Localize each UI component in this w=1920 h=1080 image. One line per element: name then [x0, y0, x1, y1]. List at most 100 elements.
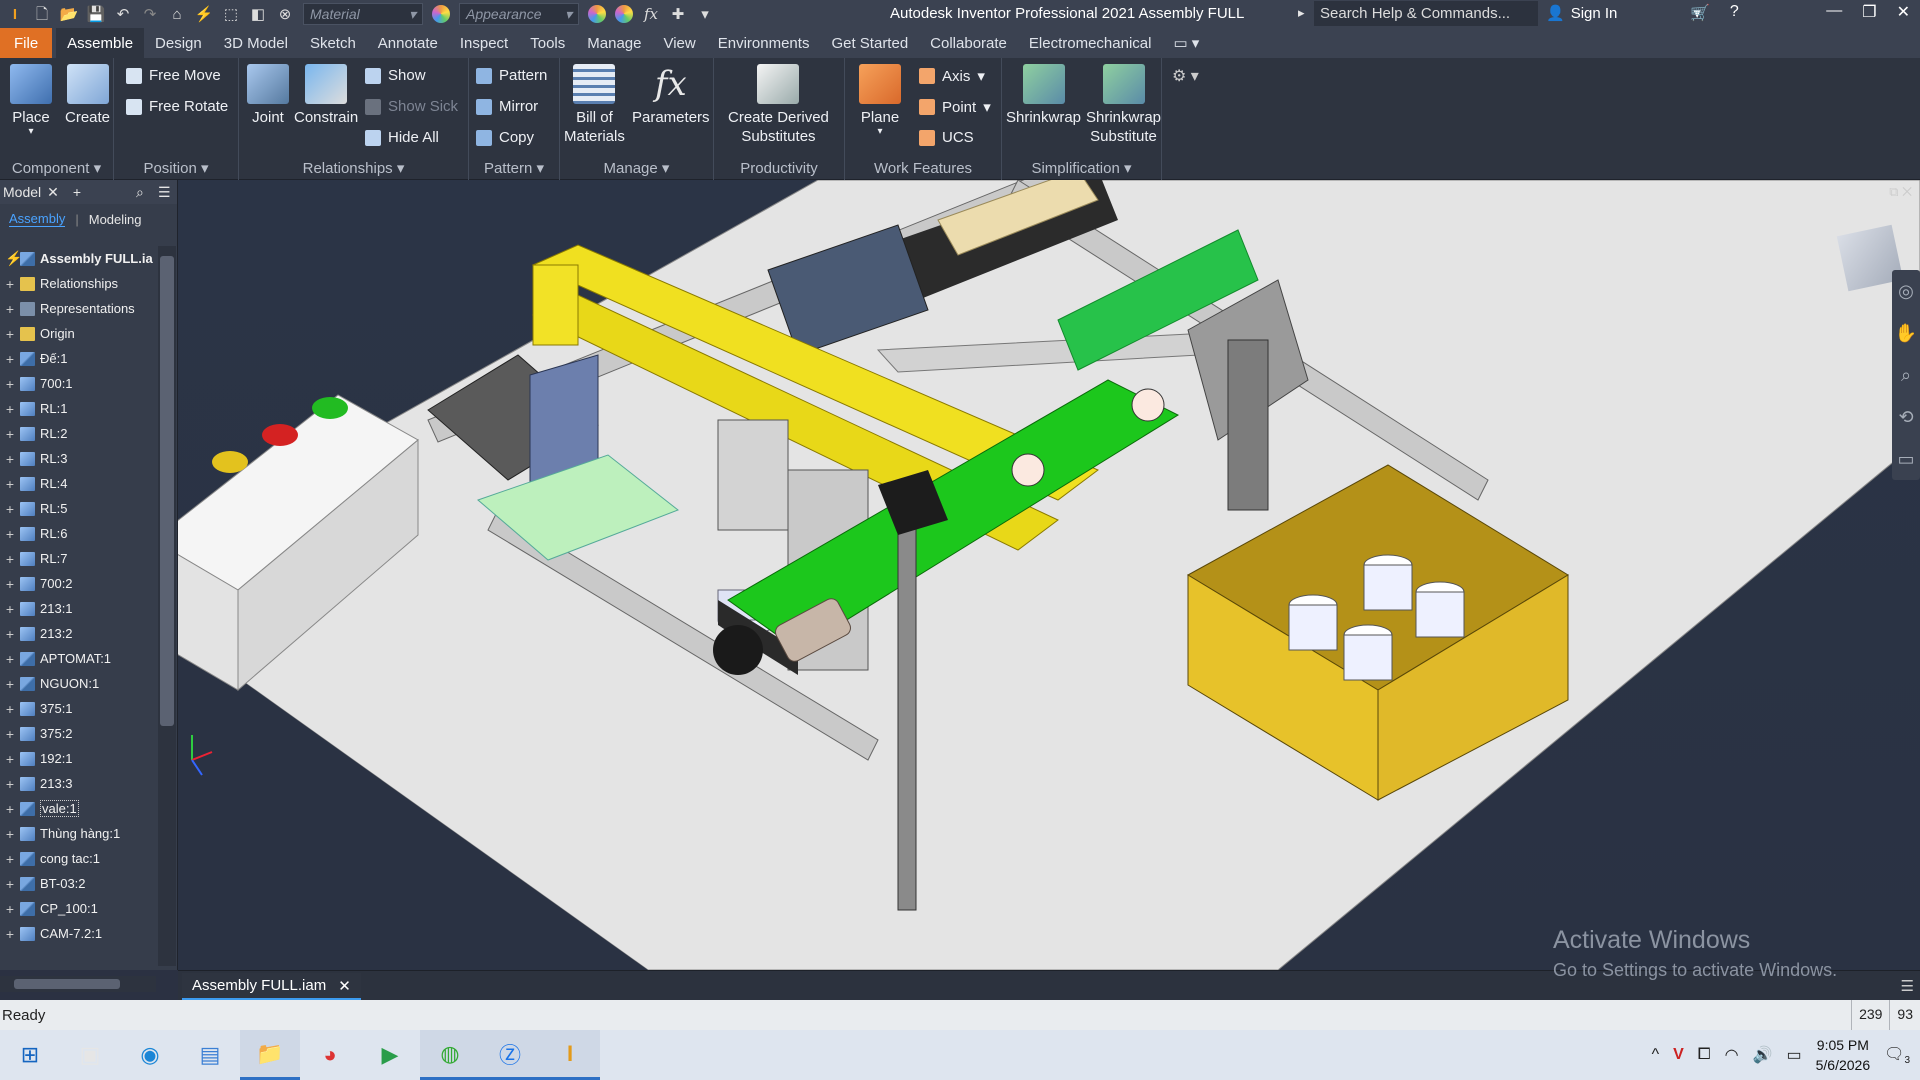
close-icon[interactable]: ✕ [338, 977, 351, 995]
group-label-component[interactable]: Component ▾ [0, 159, 113, 177]
plane-button[interactable]: Plane ▾ [859, 64, 901, 137]
tree-node[interactable]: + vale:1 [0, 796, 156, 821]
expand-icon[interactable]: + [5, 551, 15, 567]
tree-node[interactable]: +700:2 [0, 571, 156, 596]
zoom-icon[interactable]: ⌕ [1892, 354, 1920, 396]
expand-icon[interactable]: + [5, 876, 15, 892]
new-icon[interactable]: 🗋 [33, 5, 51, 23]
material-select[interactable]: Material ▾ [303, 3, 423, 25]
sign-in-button[interactable]: 👤 Sign In ▾ [1546, 4, 1701, 23]
measure-icon[interactable]: ◧ [249, 5, 267, 23]
tab-assemble[interactable]: Assemble [56, 28, 145, 58]
tab-collaborate[interactable]: Collaborate [919, 28, 1018, 58]
assembly-3d-view[interactable] [178, 180, 1920, 970]
tab-get-started[interactable]: Get Started [820, 28, 919, 58]
expand-icon[interactable]: + [5, 426, 15, 442]
search-input[interactable]: Search Help & Commands... [1314, 1, 1538, 26]
tree-node[interactable]: + RL:7 [0, 546, 156, 571]
tree-node[interactable]: +213:3 [0, 771, 156, 796]
ribbon-options-button[interactable]: ▭ ▾ [1162, 28, 1210, 58]
parameters-button[interactable]: fx Parameters [632, 64, 710, 127]
notifications-icon[interactable]: 🗨3 [1884, 1044, 1910, 1066]
redo-icon[interactable]: ↷ [141, 5, 159, 23]
free-move-button[interactable]: Free Move [126, 67, 221, 84]
tabs-menu-icon[interactable]: ☰ [1901, 977, 1914, 995]
control-panel-icon[interactable]: ▤ [180, 1030, 240, 1080]
pattern-button[interactable]: Pattern [476, 67, 547, 84]
inventor-logo-icon[interactable]: I [6, 5, 24, 23]
ucs-button[interactable]: UCS [919, 129, 974, 146]
tree-node[interactable]: + CAM-7.2:1 [0, 921, 156, 946]
place-button[interactable]: Place ▾ [10, 64, 52, 137]
tab-design[interactable]: Design [144, 28, 213, 58]
save-icon[interactable]: 💾 [87, 5, 106, 23]
customize-icon[interactable]: ▾ [696, 5, 714, 23]
tree-node[interactable]: + Đế:1 [0, 346, 156, 371]
expand-icon[interactable]: + [5, 726, 15, 742]
document-tab-assembly-full[interactable]: Assembly FULL.iam ✕ [182, 973, 361, 1001]
expand-icon[interactable]: + [5, 351, 15, 367]
free-rotate-button[interactable]: Free Rotate [126, 98, 228, 115]
tree-node[interactable]: +192:1 [0, 746, 156, 771]
tree-node[interactable]: +375:1 [0, 696, 156, 721]
tree-node[interactable]: + Relationships [0, 271, 156, 296]
expand-icon[interactable]: + [5, 576, 15, 592]
wifi-icon[interactable]: ◠ [1725, 1045, 1739, 1065]
search-icon[interactable]: ⌕ [136, 184, 144, 201]
battery-icon[interactable]: ▭ [1787, 1045, 1802, 1065]
expand-icon[interactable]: + [5, 926, 15, 942]
tree-node[interactable]: +700:1 [0, 371, 156, 396]
tree-node[interactable]: + RL:1 [0, 396, 156, 421]
expand-icon[interactable]: + [5, 526, 15, 542]
subtab-assembly[interactable]: Assembly [9, 211, 66, 227]
expand-icon[interactable]: + [5, 776, 15, 792]
close-icon[interactable]: ✕ [47, 184, 59, 201]
tree-node[interactable]: +213:2 [0, 621, 156, 646]
mirror-button[interactable]: Mirror [476, 98, 538, 115]
restore-icon[interactable]: ❐ [1862, 2, 1876, 22]
tree-root-node[interactable]: ⚡ Assembly FULL.ia [0, 246, 156, 271]
tab-electromechanical[interactable]: Electromechanical [1018, 28, 1163, 58]
create-button[interactable]: Create [65, 64, 110, 127]
inventor-taskbar-icon[interactable]: I [540, 1030, 600, 1080]
tab-environments[interactable]: Environments [707, 28, 821, 58]
pan-icon[interactable]: ✋ [1892, 312, 1920, 354]
expand-icon[interactable]: + [5, 326, 15, 342]
tree-node[interactable]: + RL:5 [0, 496, 156, 521]
group-label-simplification[interactable]: Simplification ▾ [1002, 159, 1161, 177]
menu-icon[interactable]: ☰ [158, 184, 171, 201]
tab-manage[interactable]: Manage [576, 28, 652, 58]
expand-icon[interactable]: + [5, 701, 15, 717]
copy-button[interactable]: Copy [476, 129, 534, 146]
tab-annotate[interactable]: Annotate [367, 28, 449, 58]
expand-icon[interactable]: + [5, 676, 15, 692]
browser-scrollbar[interactable] [158, 246, 176, 966]
tab-view[interactable]: View [652, 28, 706, 58]
clear-appearance-icon[interactable] [615, 5, 633, 23]
group-label-pattern[interactable]: Pattern ▾ [469, 159, 559, 177]
expand-icon[interactable]: + [5, 626, 15, 642]
tree-node[interactable]: + BT-03:2 [0, 871, 156, 896]
tree-node[interactable]: +375:2 [0, 721, 156, 746]
expand-icon[interactable]: + [5, 901, 15, 917]
group-label-position[interactable]: Position ▾ [114, 159, 238, 177]
tree-node[interactable]: + Representations [0, 296, 156, 321]
scrollbar-thumb[interactable] [160, 256, 174, 726]
group-label-relationships[interactable]: Relationships ▾ [239, 159, 468, 177]
update-icon[interactable]: ⚡ [195, 5, 214, 23]
expand-icon[interactable]: + [5, 301, 15, 317]
add-tab-icon[interactable]: + [73, 184, 81, 200]
tab-sketch[interactable]: Sketch [299, 28, 367, 58]
tab-inspect[interactable]: Inspect [449, 28, 519, 58]
edge-icon[interactable]: ◉ [120, 1030, 180, 1080]
cart-icon[interactable]: 🛒 [1690, 3, 1710, 23]
tree-node[interactable]: + RL:3 [0, 446, 156, 471]
orbit-icon[interactable]: ⟲ [1892, 396, 1920, 438]
tree-node[interactable]: + NGUON:1 [0, 671, 156, 696]
hide-all-button[interactable]: Hide All [365, 129, 439, 146]
meet-now-icon[interactable]: ⧠ [1698, 1046, 1711, 1064]
expand-icon[interactable]: + [5, 451, 15, 467]
point-button[interactable]: Point ▾ [919, 98, 991, 116]
tree-node[interactable]: + RL:6 [0, 521, 156, 546]
expand-icon[interactable]: + [5, 276, 15, 292]
